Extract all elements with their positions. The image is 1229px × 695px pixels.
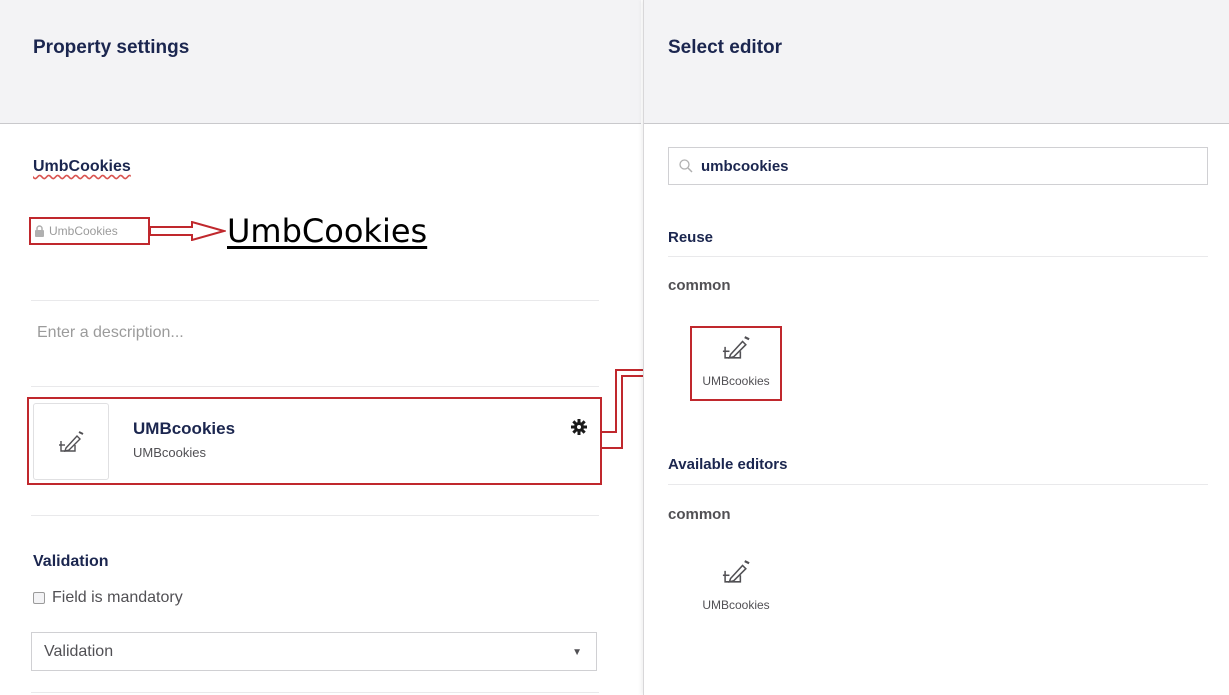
divider xyxy=(31,692,599,693)
tile-label: UMBcookies xyxy=(702,598,770,612)
editor-search-input[interactable]: umbcookies xyxy=(668,147,1208,185)
select-editor-panel: Select editor umbcookies Reuse common UM… xyxy=(643,0,1229,695)
divider xyxy=(31,300,599,301)
mandatory-label: Field is mandatory xyxy=(52,589,183,606)
chevron-down-icon: ▼ xyxy=(572,647,582,658)
mandatory-checkbox[interactable] xyxy=(33,592,45,604)
alias-text: UmbCookies xyxy=(49,224,118,238)
available-editor-tile[interactable]: UMBcookies xyxy=(690,552,782,626)
annotation-arrow xyxy=(150,221,226,241)
validation-select-value: Validation xyxy=(44,642,114,660)
property-settings-panel: Property settings UmbCookies UmbCookies … xyxy=(0,0,641,695)
available-group-title: common xyxy=(668,506,731,523)
reuse-group-title: common xyxy=(668,277,731,294)
selected-editor-card[interactable]: UMBcookies UMBcookies xyxy=(27,397,602,485)
property-alias-field[interactable]: UmbCookies xyxy=(29,217,150,245)
divider xyxy=(31,386,599,387)
annotation-label: UmbCookies xyxy=(227,212,428,250)
tile-label: UMBcookies xyxy=(702,374,770,388)
editor-icon-box[interactable] xyxy=(33,403,109,480)
search-icon xyxy=(679,159,693,173)
edit-icon xyxy=(722,560,750,583)
reuse-editor-tile[interactable]: UMBcookies xyxy=(690,326,782,401)
divider xyxy=(31,515,599,516)
property-settings-header: Property settings xyxy=(0,0,641,124)
divider xyxy=(668,484,1208,485)
editor-alias: UMBcookies xyxy=(133,445,206,460)
select-editor-header: Select editor xyxy=(644,0,1229,124)
gear-icon[interactable] xyxy=(571,419,587,435)
panel-title: Select editor xyxy=(668,37,783,58)
property-name-input[interactable]: UmbCookies xyxy=(33,158,131,176)
editor-name: UMBcookies xyxy=(133,419,236,438)
panel-title: Property settings xyxy=(33,37,190,58)
lock-icon[interactable] xyxy=(34,225,45,237)
description-input[interactable]: Enter a description... xyxy=(37,324,184,342)
available-editors-title: Available editors xyxy=(668,456,788,473)
edit-icon xyxy=(59,430,84,452)
reuse-title: Reuse xyxy=(668,229,714,246)
mandatory-checkbox-row[interactable]: Field is mandatory xyxy=(33,589,183,607)
divider xyxy=(668,256,1208,257)
validation-select[interactable]: Validation ▼ xyxy=(31,632,597,671)
edit-icon xyxy=(722,336,750,359)
validation-title: Validation xyxy=(33,553,109,570)
search-value: umbcookies xyxy=(701,157,789,175)
